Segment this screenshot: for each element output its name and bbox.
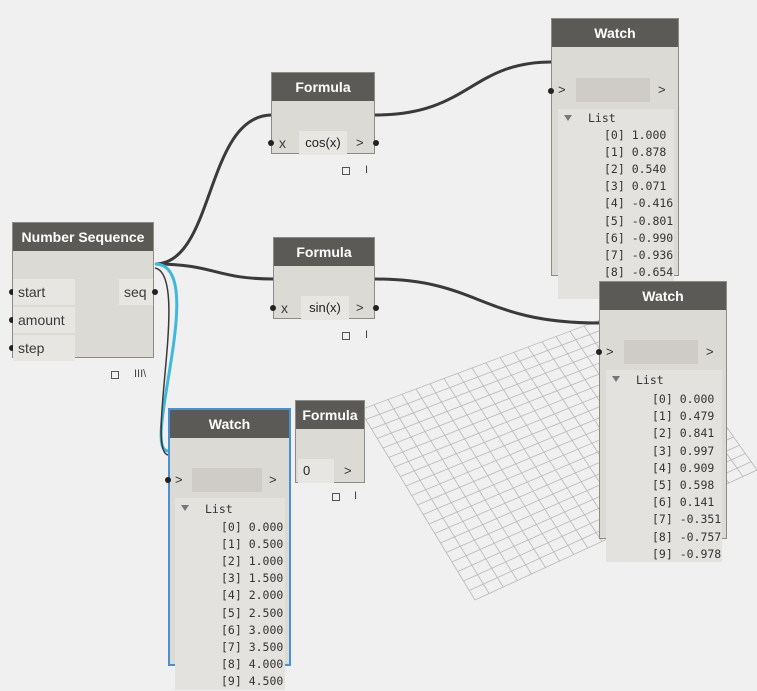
list-item: [2] 1.000 [221,554,284,569]
graph-canvas[interactable]: Number Sequence start amount step seq II… [0,0,757,691]
formula-cos-node[interactable]: Formula x cos(x) > I [268,72,379,176]
list-item: [3] 0.997 [652,443,715,458]
input-port-step[interactable]: step [13,335,75,361]
formula-zero-node[interactable]: Formula 0 > I [295,400,365,502]
watch-list-view[interactable]: List [0] 0.000 [1] 0.500 [2] 1.000 [3] 1.50… [175,498,285,690]
wire-cos-to-watch[interactable] [374,60,553,117]
list-item: [6] -0.990 [604,230,674,245]
list-item: [3] 1.500 [221,571,284,586]
list-item: [6] 3.000 [221,622,284,637]
output-port[interactable]: > [658,82,666,97]
preview-toggle-icon[interactable] [342,332,350,340]
list-item: [0] 0.000 [652,392,715,406]
list-item: [0] 1.000 [604,128,667,142]
input-port-dot[interactable] [548,88,554,94]
list-item: [8] -0.654 [604,264,674,279]
list-item: [6] 0.141 [652,495,715,510]
input-port-start[interactable]: start [13,279,75,305]
input-port-x[interactable]: x [274,131,286,155]
input-port-dot[interactable] [165,477,171,483]
node-title: Watch [170,410,289,438]
list-item: [4] 0.909 [652,460,715,475]
node-title: Formula [272,73,374,101]
watch-list-view[interactable]: List [0] 0.000 [1] 0.479 [2] 0.841 [3] 0.99… [606,370,722,562]
output-port[interactable]: > [269,472,277,487]
list-item: [1] 0.878 [604,145,667,160]
output-port-dot[interactable] [152,289,158,295]
output-port[interactable]: > [356,135,364,150]
input-port-amount[interactable]: amount [13,307,75,333]
watch-sin-node[interactable]: Watch > > List [0] 0.000 [1] 0.479 [2] 0.8… [596,281,727,562]
list-item: [5] 0.598 [652,478,715,492]
watch-port-bar [624,340,698,364]
formula-expression[interactable]: sin(x) [301,296,349,320]
lacing-indicator: I [365,329,369,341]
output-port-seq[interactable]: seq [119,279,153,305]
output-port[interactable]: > [356,300,364,315]
input-port[interactable]: > [558,82,566,97]
list-item: [4] 2.000 [221,588,284,603]
list-item: [1] 0.479 [652,409,715,424]
input-port-x[interactable]: x [276,296,288,320]
output-port-dot[interactable] [373,305,379,311]
list-item: [8] -0.757 [652,529,722,544]
watch-port-bar [192,468,262,492]
input-port[interactable]: > [175,472,183,487]
node-title: Formula [274,238,374,266]
list-item: [9] 4.500 [221,673,284,688]
list-item: [7] -0.351 [652,512,722,527]
preview-toggle-icon[interactable] [111,371,119,379]
collapse-triangle-icon[interactable] [612,376,620,382]
list-item: [4] -0.416 [604,196,674,211]
list-item: [5] -0.801 [604,213,674,228]
input-port-dot[interactable] [596,349,602,355]
list-label: List [588,111,616,125]
formula-sin-node[interactable]: Formula x sin(x) > I [270,237,379,341]
output-port[interactable]: > [344,463,352,478]
node-title: Number Sequence [13,223,153,251]
list-item: [3] 0.071 [604,179,667,194]
list-item: [7] 3.500 [221,639,284,654]
preview-toggle-icon[interactable] [342,167,350,175]
node-title: Watch [600,282,726,310]
formula-expression[interactable]: 0 [298,459,334,483]
watch-list-view[interactable]: List [0] 1.000 [1] 0.878 [2] 0.540 [3] 0.07… [558,109,674,299]
list-item: [9] -0.978 [652,546,722,561]
number-sequence-node[interactable]: Number Sequence start amount step seq II… [9,222,158,380]
list-item: [2] 0.841 [652,426,715,441]
list-item: [5] 2.500 [221,605,284,620]
input-port[interactable]: > [606,344,614,359]
node-title: Watch [552,19,678,47]
formula-expression[interactable]: cos(x) [299,131,347,155]
list-item: [0] 0.000 [221,520,284,534]
list-item: [2] 0.540 [604,162,667,177]
collapse-triangle-icon[interactable] [181,505,189,511]
watch-port-bar [576,78,650,102]
lacing-indicator: I [365,164,369,176]
list-label: List [205,502,233,516]
list-item: [8] 4.000 [221,656,284,671]
wire-seq-to-cos[interactable] [154,113,273,266]
output-port-dot[interactable] [373,140,379,146]
lacing-indicator: I [354,490,358,502]
collapse-triangle-icon[interactable] [564,115,572,121]
node-title: Formula [296,401,364,429]
list-item: [1] 0.500 [221,537,284,552]
lacing-indicator: III\ [134,368,147,380]
preview-toggle-icon[interactable] [332,493,340,501]
watch-cos-node[interactable]: Watch > > List [0] 1.000 [1] 0.878 [2] 0.5… [548,18,679,299]
list-label: List [636,373,664,387]
watch-seq-node-selected[interactable]: Watch > > List [0] 0.000 [1] 0.500 [2] 1.0… [165,408,291,690]
output-port[interactable]: > [706,344,714,359]
list-item: [7] -0.936 [604,247,674,262]
